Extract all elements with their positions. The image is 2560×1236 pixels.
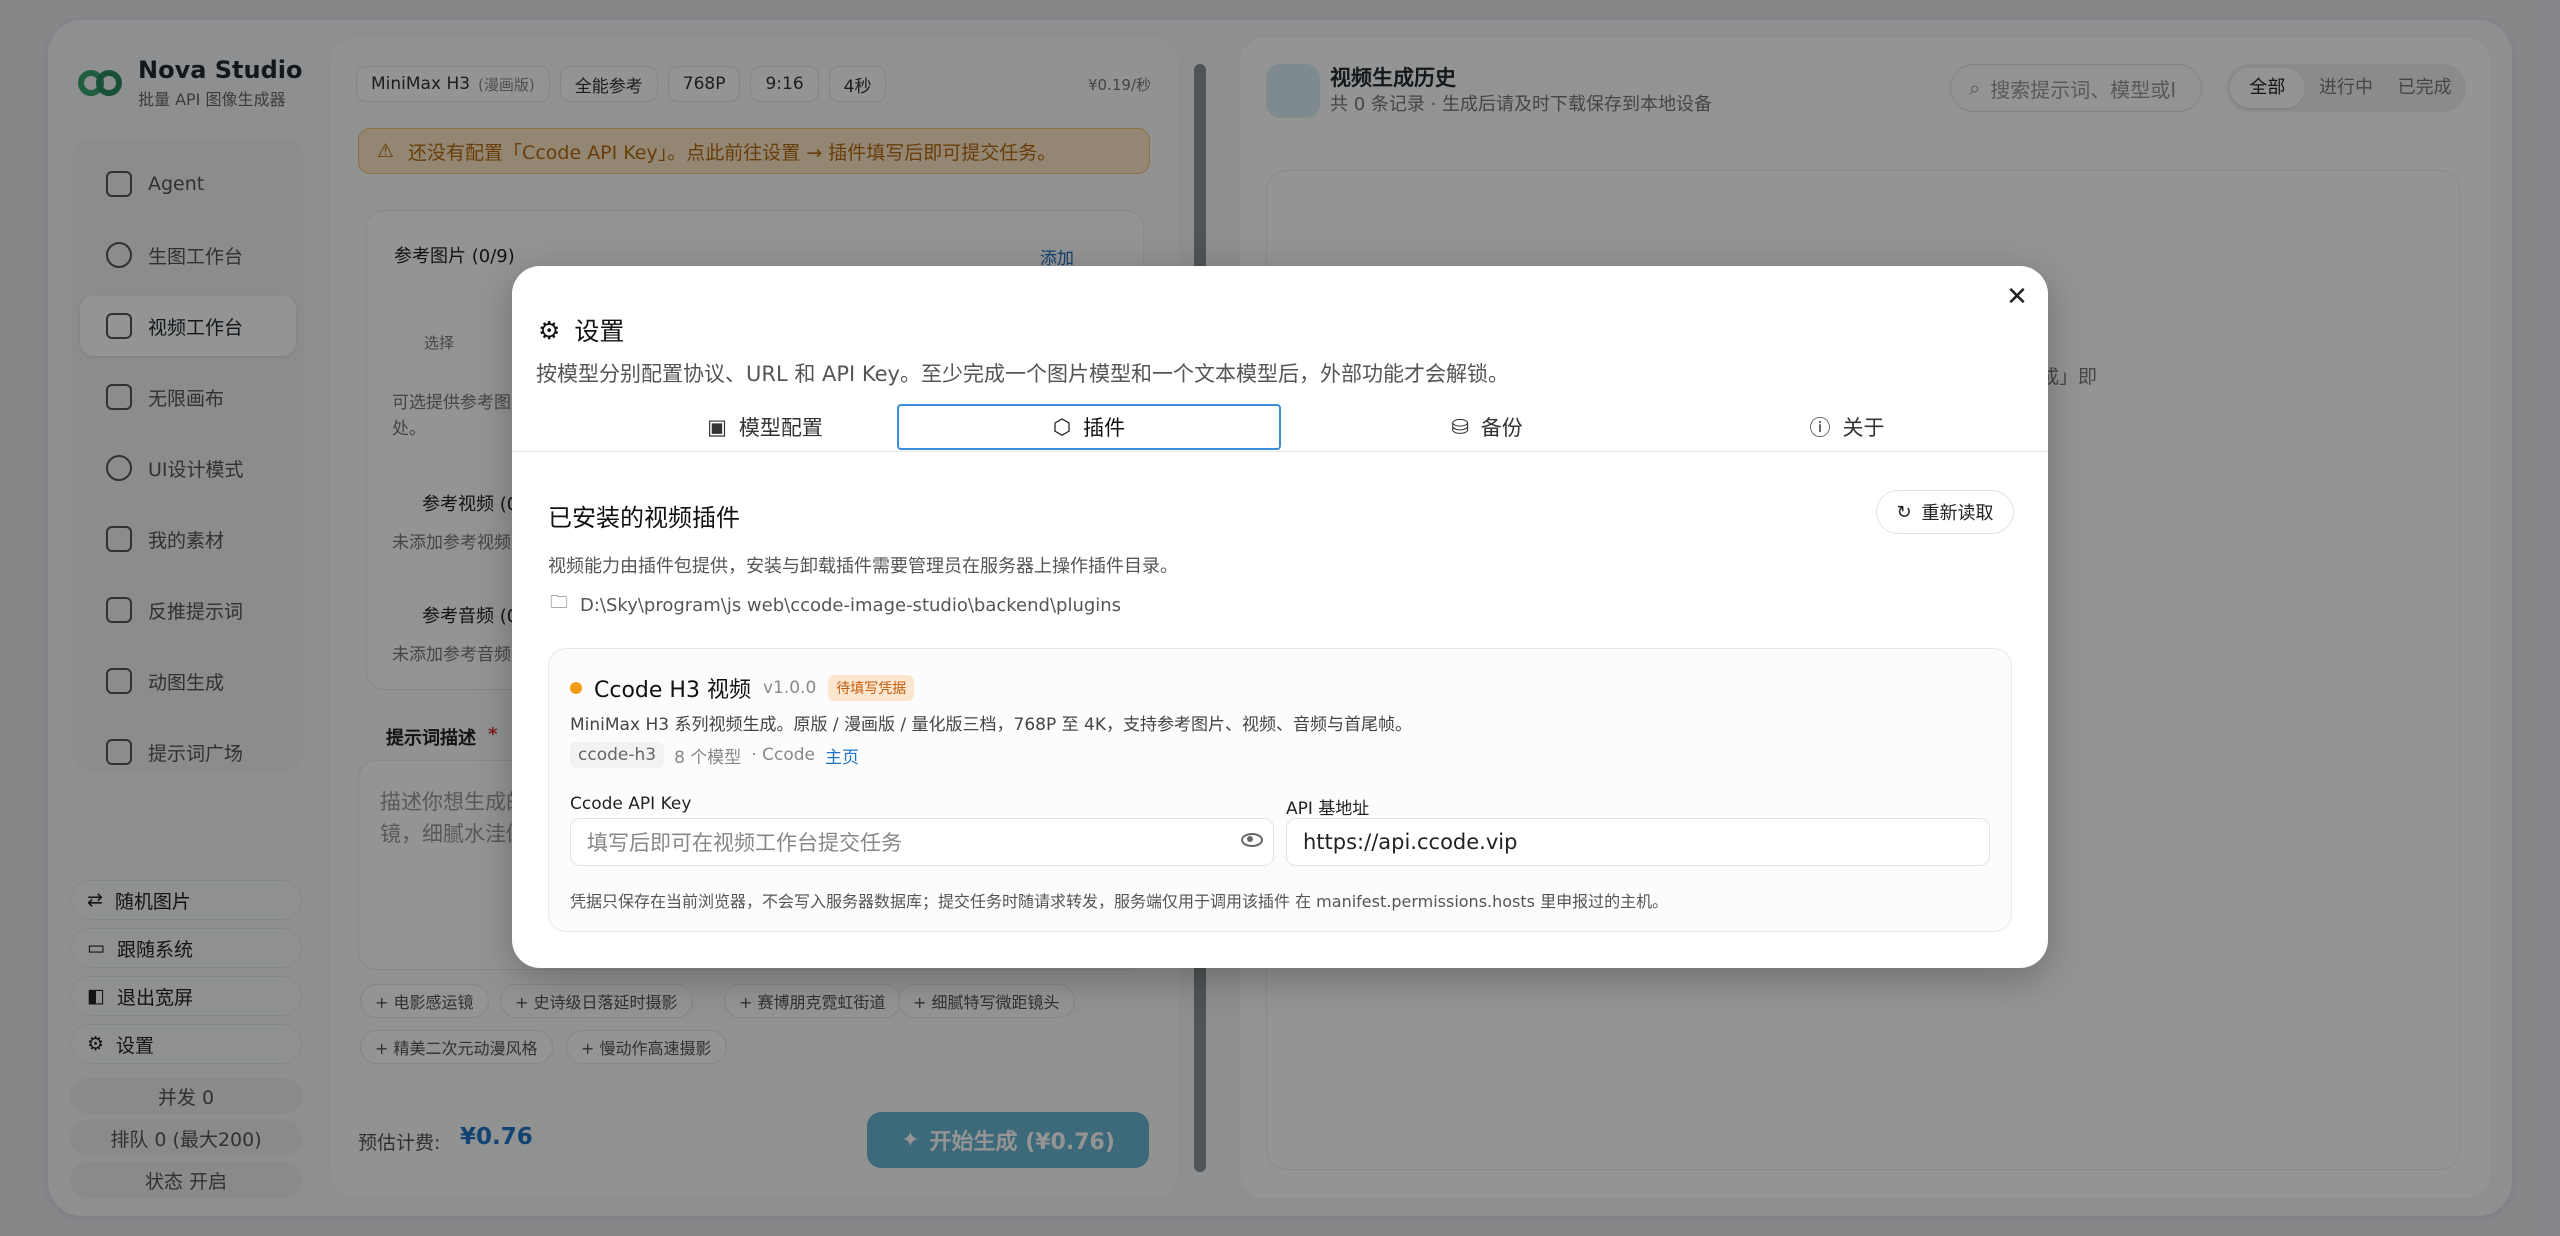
modal-description: 按模型分别配置协议、URL 和 API Key。至少完成一个图片模型和一个文本模… [536,362,1509,386]
api-key-placeholder: 填写后即可在视频工作台提交任务 [587,831,902,855]
gear-icon: ⚙ [538,315,561,345]
plugin-version: v1.0.0 [762,678,817,698]
close-icon[interactable]: ✕ [2004,284,2030,310]
base-url-field[interactable]: https://api.ccode.vip [1286,818,1990,866]
modal-title: ⚙ 设置 [538,315,625,347]
refresh-icon: ↻ [1896,501,1912,523]
section-title: 已安装的视频插件 [548,504,740,532]
plugin-id: ccode-h3 [570,742,665,768]
plugin-description: MiniMax H3 系列视频生成。原版 / 漫画版 / 量化版三档，768P … [570,715,1412,735]
info-icon: ⓘ [1809,416,1831,440]
plugin-meta: ccode-h3 8 个模型 · Ccode 主页 [570,742,859,768]
base-url-value: https://api.ccode.vip [1303,830,1518,854]
reload-button[interactable]: ↻ 重新读取 [1876,490,2014,534]
credential-note: 凭据只保存在当前浏览器，不会写入服务器数据库；提交任务时随请求转发，服务端仅用于… [570,892,1669,911]
tab-model-config[interactable]: ▣ 模型配置 [640,404,890,450]
plugin-vendor: · Ccode [751,745,815,765]
database-icon: ⛁ [1451,415,1469,439]
section-description: 视频能力由插件包提供，安装与卸载插件需要管理员在服务器上操作插件目录。 [548,556,1178,577]
api-key-label: Ccode API Key [570,794,692,814]
settings-tabs: ▣ 模型配置 ⬡ 插件 ⛁ 备份 ⓘ 关于 [512,404,2048,452]
plugin-path: 🗀 D:\Sky\program\js web\ccode-image-studi… [550,590,1121,620]
plugin-name: Ccode H3 视频 [594,678,751,703]
tab-about[interactable]: ⓘ 关于 [1692,404,2002,450]
status-badge: 待填写凭据 [828,675,915,701]
status-dot [570,682,582,694]
plugin-homepage-link[interactable]: 主页 [825,743,859,768]
eye-icon[interactable] [1241,833,1263,847]
tab-plugins[interactable]: ⬡ 插件 [897,404,1281,450]
plugin-models: 8 个模型 [674,747,742,768]
package-icon: ⬡ [1052,415,1072,439]
tab-backup[interactable]: ⛁ 备份 [1312,404,1662,450]
plugin-header: Ccode H3 视频 v1.0.0 待填写凭据 [570,672,915,704]
image-icon: ▣ [707,415,727,439]
api-key-field[interactable]: 填写后即可在视频工作台提交任务 [570,818,1274,866]
folder-icon: 🗀 [550,592,568,613]
base-url-label: API 基地址 [1286,799,1370,819]
